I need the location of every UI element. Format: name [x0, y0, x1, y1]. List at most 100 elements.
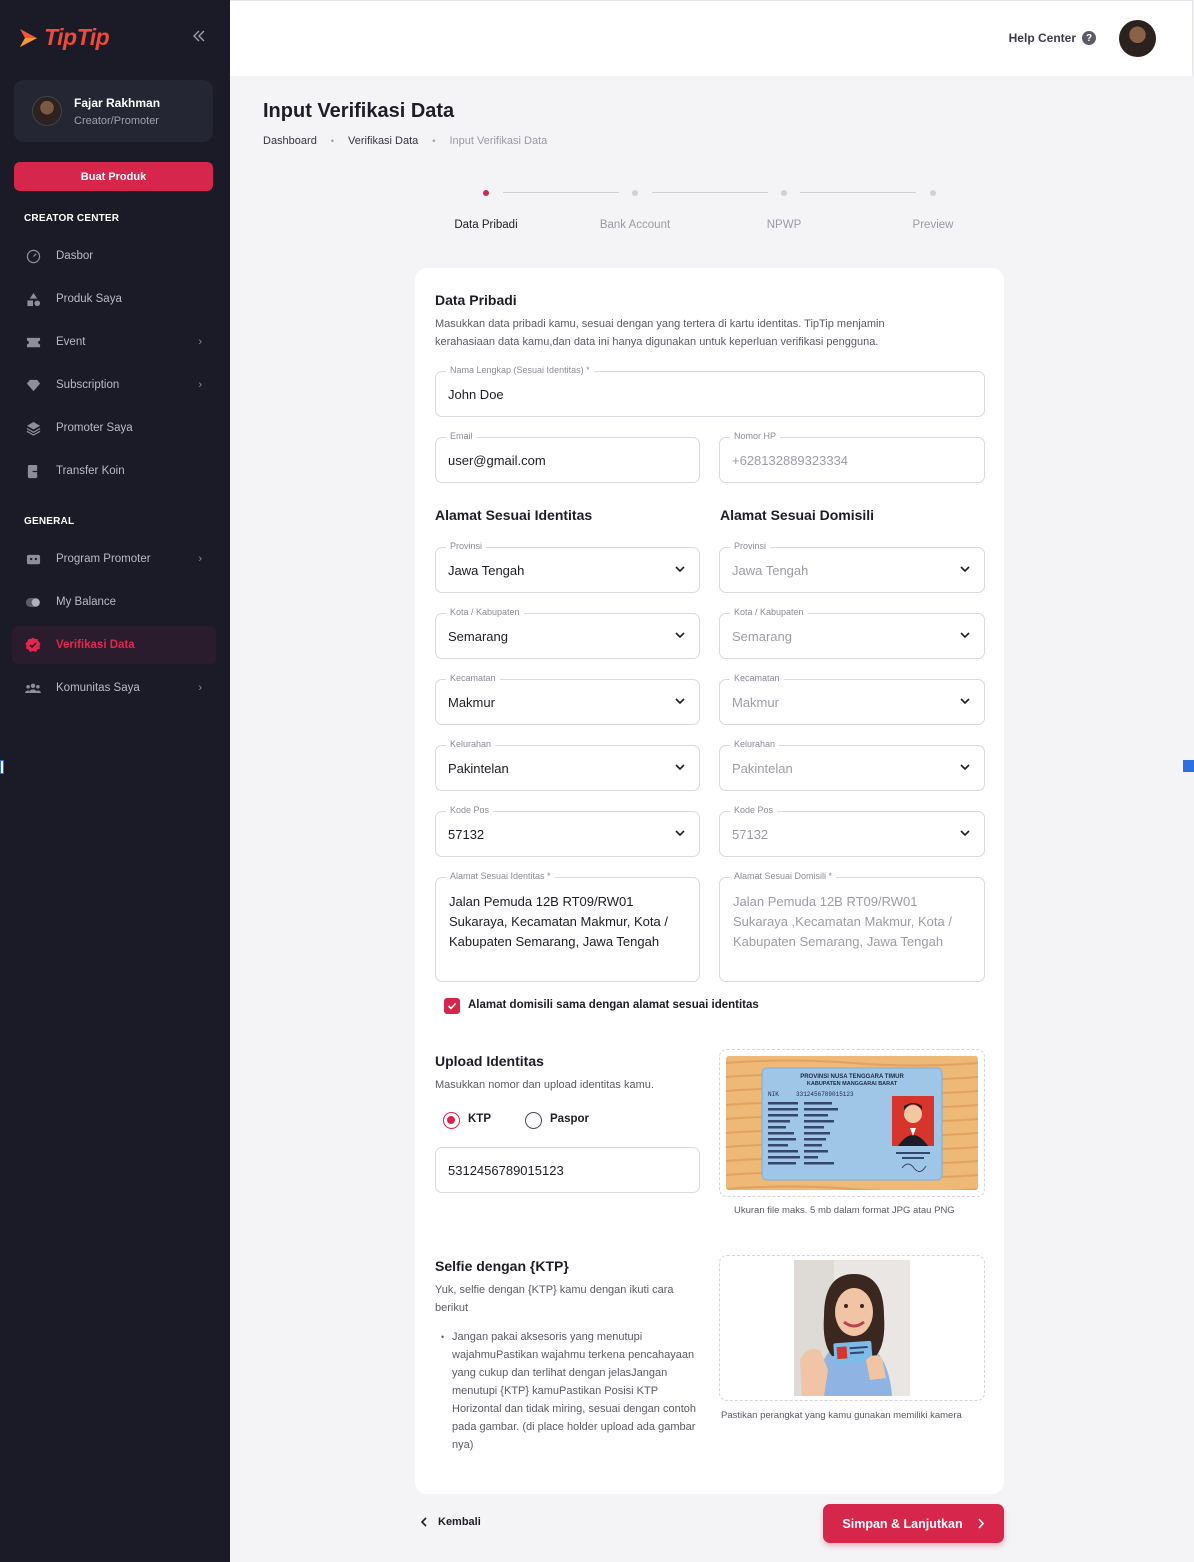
stepper-connector	[652, 192, 768, 193]
create-product-button[interactable]: Buat Produk	[14, 162, 213, 191]
help-center-label: Help Center	[1008, 31, 1076, 45]
save-continue-button[interactable]: Simpan & Lanjutkan	[823, 1504, 1004, 1543]
ktp-sample-image: PROVINSI NUSA TENGGARA TIMUR KABUPATEN M…	[726, 1056, 978, 1190]
domicile-provinsi-select[interactable]: Provinsi Jawa Tengah	[719, 541, 985, 593]
email-field[interactable]: Email user@gmail.com	[435, 431, 700, 483]
field-label: Provinsi	[730, 541, 771, 551]
robot-icon	[25, 551, 41, 567]
step-dot-npwp	[781, 190, 787, 196]
sidebar-item-my-balance[interactable]: My Balance	[12, 583, 216, 621]
chevron-right-icon: ›	[198, 379, 202, 391]
identity-address-textarea[interactable]: Alamat Sesuai Identitas * Jalan Pemuda 1…	[435, 871, 700, 982]
field-value: Semarang	[732, 629, 792, 644]
full-name-field[interactable]: Nama Lengkap (Sesuai Identitas) * John D…	[435, 365, 985, 417]
sidebar-item-produk-saya[interactable]: Produk Saya	[12, 280, 216, 318]
sidebar-item-dasbor[interactable]: Dasbor	[12, 237, 216, 275]
same-address-label[interactable]: Alamat domisili sama dengan alamat sesua…	[468, 999, 759, 1011]
selfie-description: Yuk, selfie dengan {KTP} kamu dengan iku…	[435, 1284, 674, 1314]
help-center-link[interactable]: Help Center ?	[1009, 31, 1096, 45]
collapse-sidebar-button[interactable]	[192, 26, 206, 49]
sidebar-item-transfer-koin[interactable]: Transfer Koin	[12, 452, 216, 490]
same-address-checkbox[interactable]	[444, 998, 460, 1014]
identity-kota-select[interactable]: Kota / Kabupaten Semarang	[435, 607, 700, 659]
chevron-down-icon	[675, 830, 685, 837]
ktp-header-province: PROVINSI NUSA TENGGARA TIMUR	[800, 1074, 904, 1080]
ticket-icon	[25, 334, 41, 350]
sidebar-item-subscription[interactable]: Subscription ›	[12, 366, 216, 404]
step-dot-preview	[930, 190, 936, 196]
field-label: Kota / Kabupaten	[446, 607, 524, 617]
selfie-upload-caption: Pastikan perangkat yang kamu gunakan mem…	[721, 1410, 962, 1421]
domicile-kode-pos-select[interactable]: Kode Pos 57132	[719, 805, 985, 857]
save-continue-label: Simpan & Lanjutkan	[842, 1516, 963, 1531]
section-title-general: GENERAL	[24, 516, 75, 527]
domicile-kecamatan-select[interactable]: Kecamatan Makmur	[719, 673, 985, 725]
identity-kecamatan-select[interactable]: Kecamatan Makmur	[435, 673, 700, 725]
sidebar: TipTip Fajar Rakhman Creator/Promoter Bu…	[0, 0, 230, 1562]
identity-kelurahan-select[interactable]: Kelurahan Pakintelan	[435, 739, 700, 791]
selection-handle-left[interactable]	[0, 760, 4, 774]
chevron-down-icon	[960, 698, 970, 705]
verified-badge-icon	[25, 637, 41, 653]
ktp-radio[interactable]	[443, 1112, 460, 1129]
identity-kode-pos-select[interactable]: Kode Pos 57132	[435, 805, 700, 857]
domicile-kota-select[interactable]: Kota / Kabupaten Semarang	[719, 607, 985, 659]
back-button-label: Kembali	[438, 1516, 481, 1528]
user-avatar[interactable]	[1119, 20, 1156, 57]
upload-identity-title: Upload Identitas	[435, 1053, 544, 1069]
back-button[interactable]: Kembali	[420, 1516, 481, 1528]
brand-name: TipTip	[44, 24, 110, 50]
step-label-npwp[interactable]: NPWP	[767, 219, 802, 231]
section-title-data-pribadi: Data Pribadi	[435, 292, 517, 308]
breadcrumb-verifikasi-data[interactable]: Verifikasi Data	[348, 135, 418, 147]
domicile-address-textarea[interactable]: Alamat Sesuai Domisili * Jalan Pemuda 12…	[719, 871, 985, 982]
field-value: Jawa Tengah	[732, 563, 809, 578]
field-value: 57132	[448, 827, 485, 842]
transfer-icon	[25, 463, 41, 479]
ktp-upload-dropzone[interactable]: PROVINSI NUSA TENGGARA TIMUR KABUPATEN M…	[719, 1049, 985, 1197]
sidebar-item-label: Produk Saya	[56, 293, 122, 305]
phone-field[interactable]: Nomor HP +628132889323334	[719, 431, 985, 483]
selfie-upload-dropzone[interactable]	[719, 1255, 985, 1401]
chevron-down-icon	[675, 566, 685, 573]
step-label-bank-account[interactable]: Bank Account	[600, 219, 670, 231]
identity-provinsi-select[interactable]: Provinsi Jawa Tengah	[435, 541, 700, 593]
paspor-radio[interactable]	[525, 1112, 542, 1129]
selection-handle-right[interactable]	[1183, 760, 1194, 772]
step-label-data-pribadi[interactable]: Data Pribadi	[454, 219, 517, 231]
layers-icon	[25, 420, 41, 436]
field-value: Semarang	[448, 629, 508, 644]
chevron-right-icon: ›	[198, 553, 202, 565]
step-dot-bank-account	[632, 190, 638, 196]
field-label: Kelurahan	[446, 739, 496, 749]
domicile-kelurahan-select[interactable]: Kelurahan Pakintelan	[719, 739, 985, 791]
field-label: Kode Pos	[446, 805, 494, 815]
sidebar-item-komunitas-saya[interactable]: Komunitas Saya ›	[12, 669, 216, 707]
field-label: Kelurahan	[730, 739, 780, 749]
stepper-connector	[800, 192, 916, 193]
question-circle-icon: ?	[1082, 31, 1096, 45]
paspor-radio-label[interactable]: Paspor	[550, 1113, 589, 1125]
ktp-radio-label[interactable]: KTP	[468, 1113, 491, 1125]
ktp-header-regency: KABUPATEN MANGGARAI BARAT	[807, 1081, 898, 1087]
breadcrumb-dashboard[interactable]: Dashboard	[263, 135, 317, 147]
sidebar-item-program-promoter[interactable]: Program Promoter ›	[12, 540, 216, 578]
user-profile-card[interactable]: Fajar Rakhman Creator/Promoter	[14, 80, 213, 142]
section-title-creator-center: CREATOR CENTER	[24, 213, 120, 224]
field-value: 5312456789015123	[448, 1163, 564, 1178]
field-label: Kota / Kabupaten	[730, 607, 808, 617]
sidebar-item-event[interactable]: Event ›	[12, 323, 216, 361]
selfie-instruction-text: Jangan pakai aksesoris yang menutupi waj…	[452, 1331, 696, 1451]
diamond-icon	[25, 377, 41, 393]
user-name: Fajar Rakhman	[74, 95, 161, 110]
chevron-down-icon	[675, 632, 685, 639]
sidebar-item-verifikasi-data[interactable]: Verifikasi Data	[12, 626, 216, 664]
sidebar-item-label: Verifikasi Data	[56, 639, 135, 651]
selfie-instructions: • Jangan pakai aksesoris yang menutupi w…	[441, 1328, 701, 1454]
id-number-field[interactable]: 5312456789015123	[435, 1147, 700, 1193]
tiptip-logo[interactable]: TipTip	[16, 24, 110, 51]
step-label-preview[interactable]: Preview	[913, 219, 954, 231]
people-icon	[25, 680, 41, 696]
sidebar-item-label: Transfer Koin	[56, 465, 125, 477]
sidebar-item-promoter-saya[interactable]: Promoter Saya	[12, 409, 216, 447]
